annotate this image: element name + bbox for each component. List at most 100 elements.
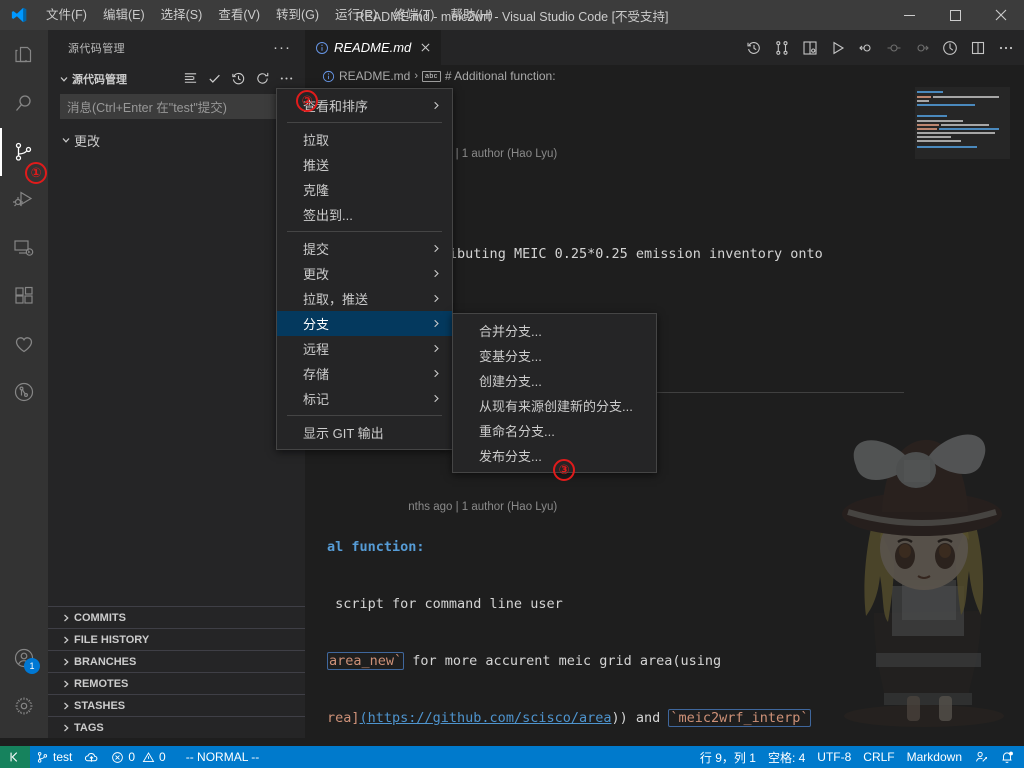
minimize-button[interactable]: [886, 0, 932, 30]
panel-label: STASHES: [74, 699, 126, 712]
panel-label: COMMITS: [74, 611, 126, 624]
activitybar-explorer[interactable]: [0, 32, 48, 80]
submenu-item-create-branch[interactable]: 创建分支...: [453, 368, 656, 393]
status-notifications[interactable]: [994, 746, 1024, 768]
activitybar-liveshare[interactable]: [0, 320, 48, 368]
menubar-item-file[interactable]: 文件(F): [38, 0, 95, 30]
menubar-item-help[interactable]: 帮助(H): [442, 0, 500, 30]
sidebar: 源代码管理 ··· 源代码管理 消息(Ctrl+Enter 在"test"提交)…: [48, 30, 305, 738]
status-branch[interactable]: test: [30, 746, 78, 768]
view-as-tree-icon[interactable]: [179, 68, 201, 90]
sidebar-panel-remotes[interactable]: REMOTES: [48, 672, 305, 694]
code-line: area_new` for more accurent meic grid ar…: [327, 652, 722, 670]
history-icon[interactable]: [227, 68, 249, 90]
panel-label: REMOTES: [74, 677, 129, 690]
editor-action-run[interactable]: [824, 34, 852, 62]
activitybar-accounts[interactable]: 1: [0, 634, 48, 682]
breadcrumb-symbol[interactable]: # Additional function:: [445, 69, 556, 83]
maximize-button[interactable]: [932, 0, 978, 30]
menu-item-commit[interactable]: 提交: [277, 236, 452, 261]
status-language-mode[interactable]: Markdown: [901, 746, 968, 768]
activitybar-settings[interactable]: [0, 682, 48, 730]
scm-file-list: [48, 151, 305, 606]
menu-item-pull-push[interactable]: 拉取，推送: [277, 286, 452, 311]
refresh-icon[interactable]: [251, 68, 273, 90]
sidebar-panel-stashes[interactable]: STASHES: [48, 694, 305, 716]
editor-toolbar: [740, 30, 1024, 65]
submenu-item-create-branch-from[interactable]: 从现有来源创建新的分支...: [453, 393, 656, 418]
menubar-item-go[interactable]: 转到(G): [268, 0, 327, 30]
branch-submenu[interactable]: 合并分支... 变基分支... 创建分支... 从现有来源创建新的分支... 重…: [452, 313, 657, 473]
submenu-item-merge-branch[interactable]: 合并分支...: [453, 318, 656, 343]
status-vim-mode: -- NORMAL --: [185, 750, 260, 764]
minimap[interactable]: [915, 87, 1010, 197]
submenu-item-rename-branch[interactable]: 重命名分支...: [453, 418, 656, 443]
sidebar-panel-file-history[interactable]: FILE HISTORY: [48, 628, 305, 650]
menu-item-branch[interactable]: 分支: [277, 311, 452, 336]
menu-item-show-git-output[interactable]: 显示 GIT 输出: [277, 420, 452, 445]
menubar-item-view[interactable]: 查看(V): [210, 0, 268, 30]
scm-section-header[interactable]: 源代码管理: [48, 65, 305, 92]
close-icon[interactable]: [420, 42, 431, 53]
chevron-down-icon: [56, 71, 72, 87]
menu-item-stash[interactable]: 存储: [277, 361, 452, 386]
sidebar-panel-branches[interactable]: BRANCHES: [48, 650, 305, 672]
menu-item-checkout-to[interactable]: 签出到...: [277, 202, 452, 227]
breadcrumb-file[interactable]: README.md: [339, 69, 410, 83]
menu-item-remote[interactable]: 远程: [277, 336, 452, 361]
code-line: rea](https://github.com/scisco/area)) an…: [327, 709, 811, 727]
sidebar-panel-commits[interactable]: COMMITS: [48, 606, 305, 628]
status-problems[interactable]: 0 0: [105, 746, 171, 768]
editor-action-clock[interactable]: [936, 34, 964, 62]
menu-item-pull[interactable]: 拉取: [277, 127, 452, 152]
sidebar-panel-tags[interactable]: TAGS: [48, 716, 305, 738]
activitybar-remote-explorer[interactable]: [0, 224, 48, 272]
scm-context-menu[interactable]: 查看和排序 拉取 推送 克隆 签出到... 提交 更改 拉取，推送 分支 远程 …: [276, 88, 453, 450]
status-encoding[interactable]: UTF-8: [811, 746, 857, 768]
menu-item-clone[interactable]: 克隆: [277, 177, 452, 202]
menu-item-tags[interactable]: 标记: [277, 386, 452, 411]
sidebar-more-icon[interactable]: ···: [267, 39, 297, 56]
scm-commit-message-input[interactable]: 消息(Ctrl+Enter 在"test"提交): [60, 94, 295, 119]
scm-changes-group[interactable]: 更改: [48, 129, 305, 151]
status-remote-indicator[interactable]: [0, 746, 30, 768]
symbol-string-icon: abc: [422, 70, 441, 82]
editor-action-next-change[interactable]: [908, 34, 936, 62]
panel-label: BRANCHES: [74, 655, 137, 668]
close-button[interactable]: [978, 0, 1024, 30]
check-icon[interactable]: [203, 68, 225, 90]
status-eol[interactable]: CRLF: [857, 746, 900, 768]
menubar-item-selection[interactable]: 选择(S): [153, 0, 211, 30]
editor-action-more[interactable]: [992, 34, 1020, 62]
menubar-item-edit[interactable]: 编辑(E): [95, 0, 153, 30]
activitybar-search[interactable]: [0, 80, 48, 128]
editor-action-compare[interactable]: [768, 34, 796, 62]
activitybar-extensions[interactable]: [0, 272, 48, 320]
code-lens: nths ago | 1 author (Hao Lyu): [408, 501, 558, 513]
editor-action-stage-change[interactable]: [880, 34, 908, 62]
code-line: al function:: [327, 539, 425, 555]
status-cursor-position[interactable]: 行 9，列 1: [694, 746, 762, 768]
editor-action-history[interactable]: [740, 34, 768, 62]
menu-item-changes[interactable]: 更改: [277, 261, 452, 286]
tab-readme-md[interactable]: README.md: [305, 30, 443, 65]
editor-action-prev-change[interactable]: [852, 34, 880, 62]
editor-action-split[interactable]: [964, 34, 992, 62]
editor-action-preview[interactable]: [796, 34, 824, 62]
activitybar-run-debug[interactable]: [0, 176, 48, 224]
editor-scrollbar[interactable]: [1010, 87, 1024, 738]
menu-bar: 文件(F) 编辑(E) 选择(S) 查看(V) 转到(G) 运行(R) 终端(T…: [38, 0, 501, 30]
activitybar-git-graph[interactable]: [0, 368, 48, 416]
status-sync[interactable]: [78, 746, 105, 768]
markdown-info-icon: [315, 41, 329, 55]
submenu-item-rebase-branch[interactable]: 变基分支...: [453, 343, 656, 368]
menu-item-label: 从现有来源创建新的分支...: [479, 399, 633, 414]
status-feedback[interactable]: [968, 746, 994, 768]
tab-label: README.md: [334, 40, 412, 55]
menu-separator: [287, 122, 442, 123]
menu-item-push[interactable]: 推送: [277, 152, 452, 177]
menubar-item-terminal[interactable]: 终端(T): [385, 0, 442, 30]
status-indentation[interactable]: 空格: 4: [762, 746, 811, 768]
menubar-item-run[interactable]: 运行(R): [327, 0, 385, 30]
scm-more-icon[interactable]: [275, 68, 297, 90]
